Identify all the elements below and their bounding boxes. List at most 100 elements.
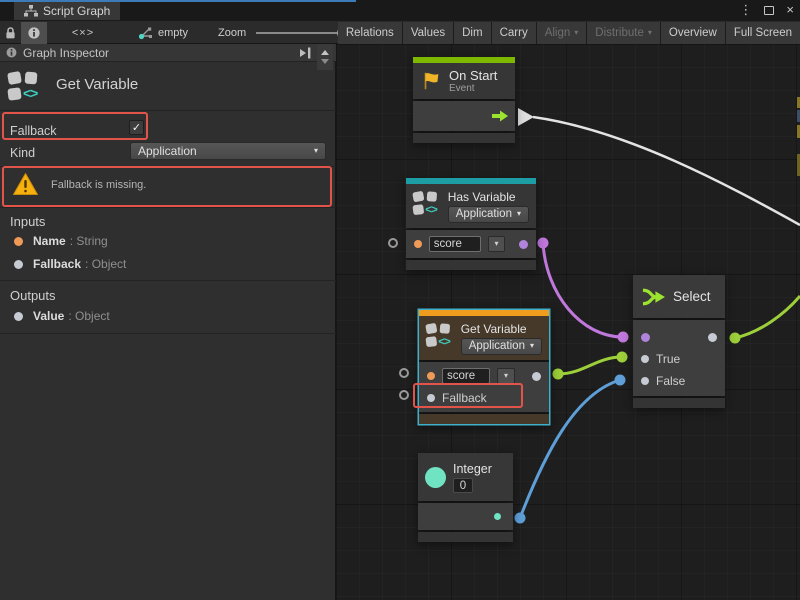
node-integer[interactable]: Integer 0 [418,453,513,542]
node-has-variable[interactable]: <> Has Variable Application ▾ ▾ [406,178,536,270]
flow-connector-arrow[interactable] [518,108,534,126]
chevron-down-icon: ▾ [314,147,318,155]
full-screen-button[interactable]: Full Screen [726,22,800,44]
wire-endpoint[interactable] [538,238,549,249]
align-button: Align▾ [537,22,587,44]
string-input-port[interactable] [427,372,435,380]
wire-endpoint[interactable] [617,352,628,363]
select-output-port[interactable] [708,333,717,342]
overview-button[interactable]: Overview [661,22,725,44]
variable-name-input[interactable] [429,236,481,252]
wire-control-flow[interactable] [533,117,800,225]
wire-endpoint[interactable] [615,375,626,386]
unconnected-port-indicator[interactable] [399,390,409,400]
chevron-down-icon: ▾ [648,29,652,37]
carry-button[interactable]: Carry [492,22,536,44]
node-footer [406,260,536,270]
graph-canvas[interactable]: On Start Event <> Has Variable Applicati… [336,44,800,600]
tab-script-graph[interactable]: Script Graph [14,2,120,20]
wire-endpoint[interactable] [618,332,629,343]
unconnected-port-indicator[interactable] [388,238,398,248]
wire-endpoint[interactable] [730,333,741,344]
window-close-icon[interactable]: × [786,0,794,20]
object-port-dot [14,312,23,321]
node-title: Integer [453,462,492,476]
true-input-port[interactable] [641,355,649,363]
outputs-heading: Outputs [10,288,56,303]
select-merge-icon [640,286,666,308]
graph-inspector-header: Graph Inspector [0,44,336,62]
divider [0,280,336,281]
lock-button[interactable] [0,22,20,44]
wire-endpoint[interactable] [515,513,526,524]
divider [0,110,336,111]
variable-picker-button[interactable]: ▾ [497,368,515,384]
bool-output-port[interactable] [519,240,528,249]
variable-node-icon: <> [426,322,451,348]
code-view-button[interactable]: <×> [58,22,108,44]
string-port-dot [14,237,23,246]
zoom-slider[interactable] [256,32,344,34]
graph-inspector-panel: Graph Inspector <> Get Variable Fallback… [0,44,336,600]
variable-node-icon: <> [413,190,438,216]
inspector-toggle-button[interactable] [21,22,47,44]
wire-endpoint[interactable] [553,369,564,380]
wire-select-output[interactable] [735,296,800,338]
info-icon [28,27,40,39]
integer-literal-icon [425,467,446,488]
value-output-port[interactable] [532,372,541,381]
node-title: Select [673,289,711,304]
divider [0,207,336,208]
flag-icon [420,70,442,92]
int-output-port[interactable] [494,513,501,520]
panel-scroll-spinner[interactable] [317,44,333,70]
values-button[interactable]: Values [403,22,453,44]
variable-node-icon: <> [8,70,42,102]
relations-button[interactable]: Relations [338,22,402,44]
output-row-value: Value : Object [14,309,110,323]
node-footer [418,532,513,542]
chevron-down-icon: ▾ [517,210,521,218]
node-footer [633,398,725,408]
chevron-down-icon: ▾ [530,342,534,350]
variable-scope-dropdown[interactable]: Application ▾ [461,338,542,355]
graph-hierarchy-icon [24,5,38,17]
variable-picker-button[interactable]: ▾ [488,236,506,252]
flow-output-port[interactable] [491,109,509,123]
node-footer [419,414,549,424]
scroll-up-icon[interactable] [321,50,329,55]
annotation-fallback-field [2,112,148,140]
lock-icon [4,26,17,40]
inspector-title: Graph Inspector [23,46,109,60]
node-title: On Start [449,68,497,83]
wire-bool[interactable] [543,243,623,337]
graph-state-icon [138,26,153,40]
object-port-dot [14,260,23,269]
bool-condition-port[interactable] [641,333,650,342]
window-menu-icon[interactable]: ⋮ [739,0,752,20]
kind-field-label: Kind [10,146,35,160]
scroll-down-icon[interactable] [321,59,329,64]
input-row-name: Name : String [14,234,108,248]
kind-dropdown-value: Application [138,144,197,158]
integer-value-input[interactable]: 0 [453,478,473,493]
unconnected-port-indicator[interactable] [399,368,409,378]
node-select[interactable]: Select True False [633,275,725,408]
variable-scope-dropdown[interactable]: Application ▾ [448,206,529,223]
true-port-label: True [656,352,680,366]
info-icon [6,47,17,58]
annotation-fallback-port [413,383,523,408]
node-title: Has Variable [448,190,529,204]
variable-name-input[interactable] [442,368,490,384]
false-input-port[interactable] [641,377,649,385]
window-maximize-icon[interactable] [764,6,774,15]
string-input-port[interactable] [414,240,422,248]
tab-title: Script Graph [43,4,110,18]
kind-dropdown[interactable]: Application ▾ [130,142,326,160]
wire-value-true[interactable] [558,357,622,374]
graph-state-label: empty [158,27,188,39]
node-on-start[interactable]: On Start Event [413,57,515,143]
chevron-down-icon: ▾ [504,372,508,380]
dim-button[interactable]: Dim [454,22,490,44]
dock-panel-icon[interactable] [298,46,313,60]
